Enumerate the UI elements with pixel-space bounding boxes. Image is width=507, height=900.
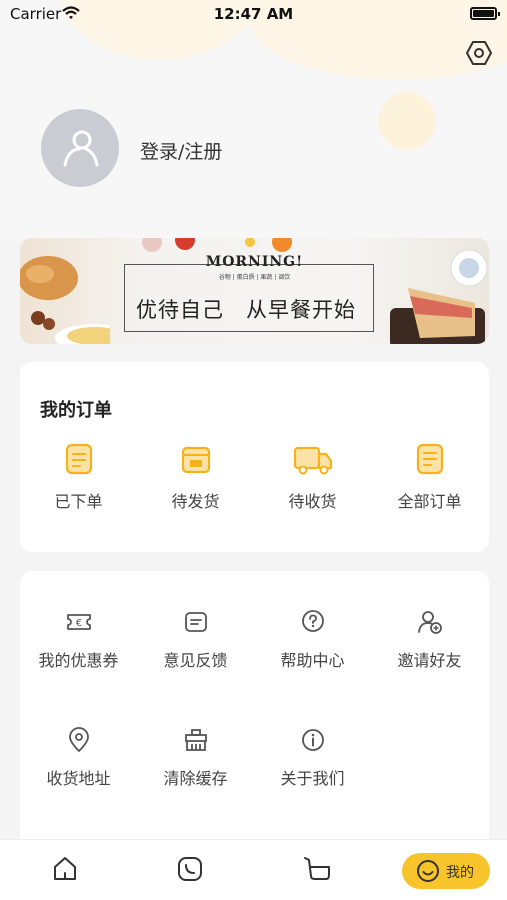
- order-placed-icon: [65, 443, 92, 475]
- help-center-label: 帮助中心: [280, 651, 345, 670]
- avatar[interactable]: [41, 109, 119, 187]
- orders-title: 我的订单: [40, 400, 112, 421]
- to-receive-button[interactable]: 待收货: [254, 442, 371, 512]
- all-orders-button[interactable]: 全部订单: [371, 442, 488, 512]
- cart-icon[interactable]: [302, 854, 332, 884]
- location-pin-icon: [68, 727, 89, 752]
- all-orders-icon: [416, 443, 443, 475]
- to-ship-button[interactable]: 待发货: [137, 442, 254, 512]
- decor-blob: [378, 92, 436, 150]
- order-placed-button[interactable]: 已下单: [20, 442, 137, 512]
- user-icon: [63, 130, 99, 167]
- home-icon[interactable]: [50, 854, 80, 884]
- feedback-button[interactable]: 意见反馈: [137, 609, 254, 671]
- tab-mine[interactable]: 我的: [402, 853, 490, 889]
- info-icon: [301, 729, 324, 751]
- coupon-button[interactable]: € 我的优惠券: [20, 609, 137, 671]
- header-area: Carrier 12:47 AM 登录/注册: [0, 0, 507, 240]
- to-ship-icon: [181, 446, 210, 474]
- feedback-icon: [184, 612, 207, 632]
- category-icon[interactable]: [175, 854, 205, 884]
- help-center-button[interactable]: 帮助中心: [254, 609, 371, 671]
- to-ship-label: 待发货: [171, 492, 220, 511]
- coupon-icon: €: [66, 614, 91, 630]
- clock: 12:47 AM: [213, 5, 294, 23]
- smile-icon: [417, 860, 439, 882]
- settings-icon[interactable]: [466, 40, 492, 66]
- invite-friend-label: 邀请好友: [397, 651, 462, 670]
- bottom-tab-bar: 我的: [0, 839, 507, 900]
- login-register-link[interactable]: 登录/注册: [140, 137, 222, 164]
- svg-text:€: €: [75, 618, 81, 629]
- about-us-button[interactable]: 关于我们: [254, 727, 371, 789]
- delivery-truck-icon: [293, 446, 332, 475]
- sandwich-icon: [390, 249, 488, 344]
- status-bar: Carrier 12:47 AM: [0, 0, 507, 30]
- shipping-address-button[interactable]: 收货地址: [20, 727, 137, 789]
- battery-icon: [470, 7, 500, 20]
- help-icon: [301, 610, 324, 632]
- about-us-label: 关于我们: [280, 769, 345, 788]
- to-receive-label: 待收货: [288, 492, 337, 511]
- feedback-label: 意见反馈: [163, 651, 228, 670]
- promo-banner[interactable]: MORNING! 谷物 | 蛋白质 | 果蔬 | 调饮 优待自己 从早餐开始: [20, 238, 489, 344]
- clear-cache-label: 清除缓存: [163, 769, 228, 788]
- order-placed-label: 已下单: [54, 492, 103, 511]
- coupon-label: 我的优惠券: [38, 651, 119, 670]
- my-orders-card: 我的订单 已下单 待发货 待收货 全部订单: [20, 362, 489, 552]
- banner-slogan: 优待自己 从早餐开始: [136, 298, 356, 322]
- clear-cache-icon: [184, 729, 207, 751]
- invite-friend-icon: [417, 611, 442, 634]
- tab-mine-label: 我的: [446, 865, 474, 881]
- all-orders-label: 全部订单: [397, 492, 462, 511]
- clear-cache-button[interactable]: 清除缓存: [137, 727, 254, 789]
- invite-friend-button[interactable]: 邀请好友: [371, 609, 488, 671]
- services-card: € 我的优惠券 意见反馈 帮助中心 邀请好友 收货地址 清除缓存 关于我们: [20, 571, 489, 871]
- shipping-address-label: 收货地址: [46, 769, 111, 788]
